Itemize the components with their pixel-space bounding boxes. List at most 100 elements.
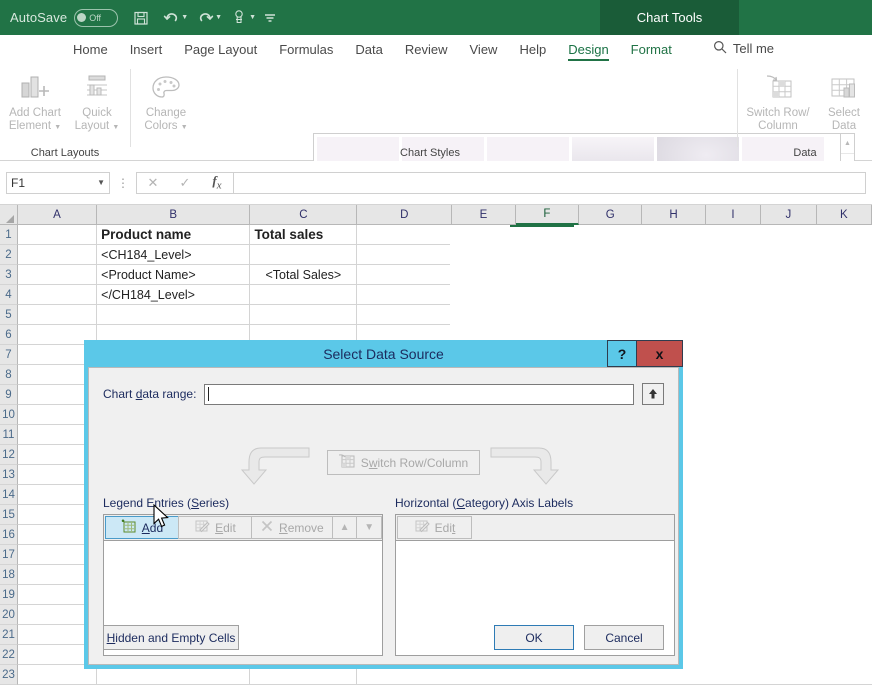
row-header[interactable]: 16 (0, 525, 18, 545)
chevron-down-icon[interactable]: ▼ (97, 178, 105, 187)
row-header[interactable]: 23 (0, 665, 18, 685)
cell-b2[interactable]: <CH184_Level> (97, 245, 250, 265)
tab-page-layout[interactable]: Page Layout (173, 42, 268, 63)
name-box[interactable]: F1 ▼ (6, 172, 110, 194)
column-header-i[interactable]: I (706, 205, 761, 225)
column-header-e[interactable]: E (452, 205, 515, 225)
tab-view[interactable]: View (459, 42, 509, 63)
tab-formulas[interactable]: Formulas (268, 42, 344, 63)
cell-c2[interactable] (250, 245, 357, 265)
row-header[interactable]: 3 (0, 265, 18, 285)
row-header[interactable]: 17 (0, 545, 18, 565)
column-header-j[interactable]: J (761, 205, 816, 225)
dialog-title-bar[interactable]: Select Data Source ? x (88, 340, 679, 367)
cell-c3[interactable]: <Total Sales> (250, 265, 357, 285)
edit-series-button[interactable]: Edit (178, 516, 252, 539)
row-header[interactable]: 11 (0, 425, 18, 445)
name-box-value: F1 (11, 176, 97, 190)
confirm-check-icon[interactable]: ✓ (169, 175, 201, 191)
row-header[interactable]: 8 (0, 365, 18, 385)
column-header-g[interactable]: G (579, 205, 642, 225)
tell-me-search[interactable]: Tell me (683, 40, 785, 63)
chart-data-range-input[interactable] (204, 384, 634, 405)
change-colors-button[interactable]: Change Colors ▼ (135, 69, 197, 134)
column-header-d[interactable]: D (357, 205, 452, 225)
cell-blank[interactable] (97, 305, 250, 325)
redo-dropdown-caret-icon[interactable]: ▼ (215, 14, 222, 21)
tab-review[interactable]: Review (394, 42, 459, 63)
tab-design[interactable]: Design (557, 42, 619, 63)
formula-input[interactable] (233, 172, 866, 194)
row-header[interactable]: 1 (0, 225, 18, 245)
tab-format[interactable]: Format (620, 42, 683, 63)
ok-button[interactable]: OK (494, 625, 574, 650)
cell-d2[interactable] (357, 245, 452, 265)
edit-category-labels-button[interactable]: Edit (397, 516, 472, 539)
cell-b4[interactable]: </CH184_Level> (97, 285, 250, 305)
help-button[interactable]: ? (607, 340, 637, 367)
cell-a4[interactable] (18, 285, 97, 305)
move-series-down-button[interactable]: ▼ (356, 516, 382, 539)
column-header-f[interactable]: F (516, 205, 579, 225)
tab-home[interactable]: Home (62, 42, 119, 63)
cell-b3[interactable]: <Product Name> (97, 265, 250, 285)
remove-series-button[interactable]: Remove (251, 516, 333, 539)
column-header-h[interactable]: H (642, 205, 705, 225)
row-header[interactable]: 10 (0, 405, 18, 425)
column-header-c[interactable]: C (250, 205, 357, 225)
tab-help[interactable]: Help (508, 42, 557, 63)
row-header[interactable]: 4 (0, 285, 18, 305)
row-header[interactable]: 6 (0, 325, 18, 345)
cell-c4[interactable] (250, 285, 357, 305)
move-series-up-button[interactable]: ▲ (332, 516, 358, 539)
autosave-toggle[interactable]: Off (74, 9, 118, 27)
row-header[interactable]: 18 (0, 565, 18, 585)
cell-blank[interactable] (18, 305, 97, 325)
row-header[interactable]: 12 (0, 445, 18, 465)
row-header[interactable]: 9 (0, 385, 18, 405)
cell-blank[interactable] (357, 305, 452, 325)
tab-insert[interactable]: Insert (119, 42, 174, 63)
cell-d1[interactable] (357, 225, 452, 245)
row-header[interactable]: 13 (0, 465, 18, 485)
switch-row-column-dialog-button[interactable]: Switch Row/Column (327, 450, 480, 475)
quick-layout-button[interactable]: Quick Layout ▼ (66, 69, 128, 134)
cancel-button[interactable]: Cancel (584, 625, 664, 650)
select-all-corner[interactable] (0, 205, 18, 225)
column-header-k[interactable]: K (817, 205, 872, 225)
cell-b1[interactable]: Product name (97, 225, 250, 245)
row-header[interactable]: 15 (0, 505, 18, 525)
cell-a3[interactable] (18, 265, 97, 285)
row-header[interactable]: 5 (0, 305, 18, 325)
hidden-and-empty-cells-button[interactable]: Hidden and Empty Cells (103, 625, 239, 650)
add-chart-element-button[interactable]: Add Chart Element ▼ (4, 69, 66, 134)
touch-mode-caret-icon[interactable]: ▼ (249, 14, 256, 21)
row-header[interactable]: 20 (0, 605, 18, 625)
cell-a1[interactable] (18, 225, 97, 245)
select-data-button[interactable]: Select Data (818, 69, 870, 133)
row-header[interactable]: 2 (0, 245, 18, 265)
cell-blank[interactable] (250, 305, 357, 325)
remove-series-icon (260, 519, 274, 536)
undo-dropdown-caret-icon[interactable]: ▼ (181, 14, 188, 21)
row-header[interactable]: 7 (0, 345, 18, 365)
save-icon[interactable] (126, 3, 156, 33)
tab-data[interactable]: Data (344, 42, 393, 63)
cell-d3[interactable] (357, 265, 452, 285)
fx-insert-function-icon[interactable]: fx (201, 173, 233, 192)
add-series-button[interactable]: Add (105, 516, 179, 539)
close-button[interactable]: x (637, 340, 683, 367)
cancel-icon[interactable]: ✕ (137, 175, 169, 191)
row-header[interactable]: 22 (0, 645, 18, 665)
cell-d4[interactable] (357, 285, 452, 305)
row-header[interactable]: 14 (0, 485, 18, 505)
column-header-a[interactable]: A (18, 205, 97, 225)
customize-qat-icon[interactable] (258, 3, 282, 33)
row-header[interactable]: 19 (0, 585, 18, 605)
cell-a2[interactable] (18, 245, 97, 265)
cell-c1[interactable]: Total sales (250, 225, 357, 245)
row-header[interactable]: 21 (0, 625, 18, 645)
collapse-dialog-range-icon[interactable] (642, 383, 664, 405)
column-header-b[interactable]: B (97, 205, 250, 225)
switch-row-column-button[interactable]: Switch Row/ Column (742, 69, 814, 133)
